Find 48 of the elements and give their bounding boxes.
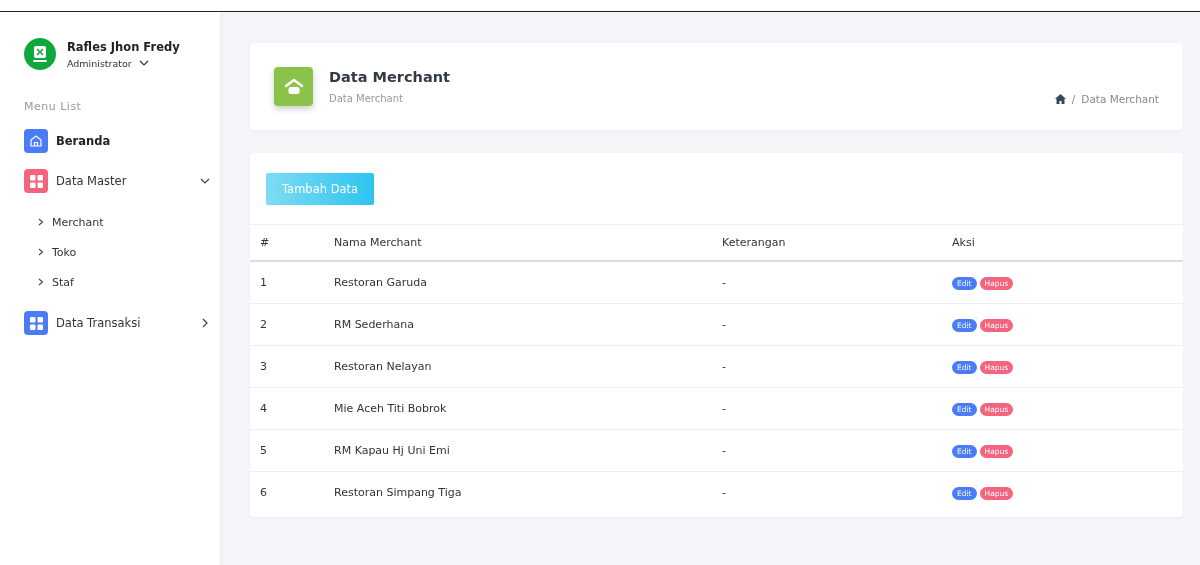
page-subtitle: Data Merchant (329, 93, 404, 104)
table-cell: 1 (250, 261, 324, 304)
chevron-right-icon (38, 248, 44, 256)
user-name: Rafles Jhon Fredy (67, 39, 180, 54)
menu-label: Data Master (56, 174, 128, 188)
table-cell: RM Sederhana (324, 303, 712, 346)
table-cell: RM Kapau Hj Uni Emi (324, 429, 712, 472)
submenu-label: Toko (52, 245, 77, 259)
table-cell: - (712, 345, 942, 388)
role-dropdown[interactable]: Administrator (67, 57, 180, 69)
chevron-right-icon (38, 278, 44, 286)
table-cell: 4 (250, 387, 324, 430)
table-cell: Restoran Simpang Tiga (324, 471, 712, 513)
table-cell: - (712, 387, 942, 430)
table-cell: 5 (250, 429, 324, 472)
table-cell: 6 (250, 471, 324, 513)
column-header: Aksi (942, 225, 1183, 261)
table-cell: 2 (250, 303, 324, 346)
sidebar-item[interactable]: Beranda (24, 129, 220, 153)
column-header: Nama Merchant (324, 225, 712, 261)
sidebar-item[interactable]: Data Master (24, 169, 220, 193)
column-header: Keterangan (712, 225, 942, 261)
submenu-item[interactable]: Staf (38, 267, 220, 297)
home-icon (1054, 93, 1066, 104)
table-cell: Mie Aceh Titi Bobrok (324, 387, 712, 430)
breadcrumb-separator: / (1071, 92, 1076, 105)
submenu-item[interactable]: Toko (38, 237, 220, 267)
column-header: # (250, 225, 324, 261)
table-cell: - (712, 303, 942, 346)
logo-icon (24, 38, 56, 70)
chevron-right-icon (38, 218, 44, 226)
table-cell: - (712, 471, 942, 513)
menu-heading: Menu List (24, 100, 83, 113)
chevron-down-icon (138, 60, 149, 66)
table-cell: Restoran Nelayan (324, 345, 712, 388)
home-icon (274, 67, 313, 106)
breadcrumb-item: Data Merchant (1081, 92, 1159, 105)
sidebar-item[interactable]: Data Transaksi (24, 311, 220, 335)
submenu-item[interactable]: Merchant (38, 207, 220, 237)
table-cell: Restoran Garuda (324, 261, 712, 304)
submenu-label: Merchant (52, 215, 104, 229)
table-cell: - (712, 429, 942, 472)
submenu-label: Staf (52, 275, 74, 289)
menu-label: Data Transaksi (56, 316, 142, 330)
table-cell: 3 (250, 345, 324, 388)
page-title: Data Merchant (329, 69, 451, 85)
menu-label: Beranda (56, 134, 112, 148)
table-cell: - (712, 261, 942, 304)
